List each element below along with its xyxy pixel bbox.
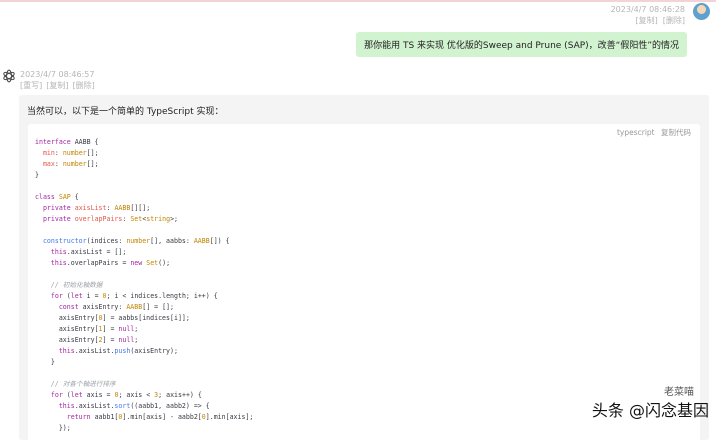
user-copy-button[interactable]: [复制]	[636, 16, 658, 25]
openai-logo-icon	[3, 69, 15, 83]
copy-code-button[interactable]: 复制代码	[661, 128, 691, 137]
watermark-text: 头条 @闪念基因	[591, 401, 709, 420]
user-message-timestamp: 2023/4/7 08:46:28	[610, 5, 685, 14]
code-block-header: typescript 复制代码	[613, 127, 691, 138]
user-delete-button[interactable]: [删除]	[663, 16, 685, 25]
bot-delete-button[interactable]: [删除]	[73, 81, 95, 90]
top-accent-line	[0, 0, 716, 2]
user-message-bubble: 那你能用 TS 来实现 优化版的Sweep and Prune (SAP)，改善…	[356, 32, 687, 57]
bot-message-bubble: 当然可以，以下是一个简单的 TypeScript 实现： typescript …	[19, 95, 709, 444]
bot-intro-text: 当然可以，以下是一个简单的 TypeScript 实现：	[27, 107, 224, 117]
bot-message-meta: 2023/4/7 08:46:57 [重写] [复制] [删除]	[20, 69, 99, 91]
code-language-label: typescript	[616, 128, 655, 137]
bot-message-timestamp: 2023/4/7 08:46:57	[20, 70, 95, 79]
code-block: typescript 复制代码 interface AABB { min: nu…	[28, 124, 700, 444]
user-message-meta: 2023/4/7 08:46:28 [复制] [删除]	[611, 4, 685, 26]
bot-rewrite-button[interactable]: [重写]	[20, 81, 42, 90]
watermark-subtext: 老菜喵	[664, 387, 694, 398]
user-avatar-icon	[693, 3, 710, 20]
bot-copy-button[interactable]: [复制]	[46, 81, 68, 90]
code-content: interface AABB { min: number[]; max: num…	[35, 138, 254, 432]
